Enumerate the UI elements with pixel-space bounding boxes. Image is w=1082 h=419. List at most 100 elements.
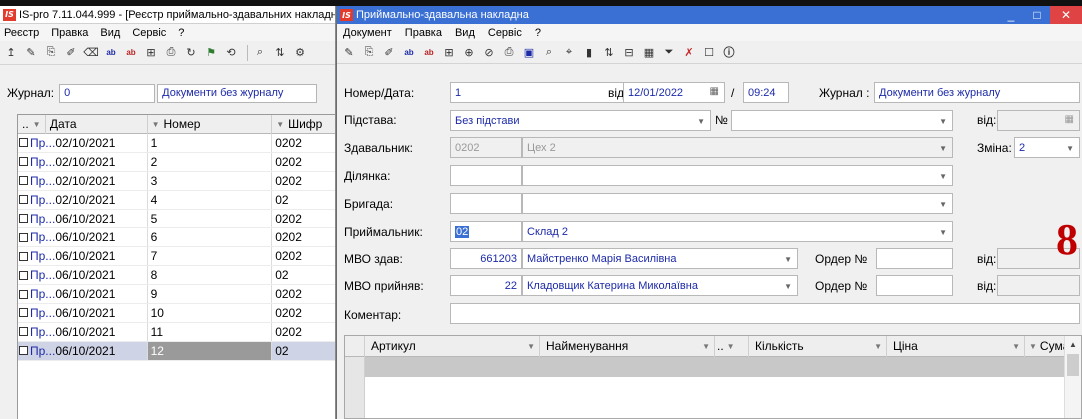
table-row[interactable]: Пр... 06/10/2021 12 02 <box>18 341 335 361</box>
time-field[interactable]: 09:24 <box>743 82 789 103</box>
print-icon[interactable]: ⎙ <box>501 44 517 60</box>
delete-document-icon[interactable]: ⌫ <box>83 45 99 61</box>
receiver-code-field[interactable]: 02 <box>450 221 522 242</box>
shift-select[interactable]: 2 ▼ <box>1014 137 1080 158</box>
section-code-field[interactable] <box>450 165 522 186</box>
registry-journal-name-field[interactable]: Документи без журналу <box>157 83 318 103</box>
edit-row-icon[interactable]: ✐ <box>381 44 397 60</box>
menu-service[interactable]: Сервіс <box>132 27 166 39</box>
insert-row-icon[interactable]: ⊘ <box>481 44 497 60</box>
menu-edit[interactable]: Правка <box>51 27 88 39</box>
row-selector[interactable] <box>345 357 365 418</box>
col-header-type[interactable]: .. ▼ <box>18 115 46 134</box>
menu-view[interactable]: Вид <box>100 27 120 39</box>
calc-icon[interactable]: ⊞ <box>143 45 159 61</box>
order-number-field-2[interactable] <box>876 275 953 296</box>
filter-icon[interactable]: ⏷ <box>661 44 677 60</box>
table-row[interactable]: Пр... 06/10/2021 6 0202 <box>18 228 335 248</box>
info-icon[interactable]: ⓘ <box>721 44 737 60</box>
filter-ab-red-icon[interactable]: ab <box>123 45 139 61</box>
col-header-number[interactable]: ▼ Номер <box>148 115 273 134</box>
window-icon[interactable]: ☐ <box>701 44 717 60</box>
filter-ab-red-icon[interactable]: ab <box>421 44 437 60</box>
sort-icon[interactable]: ⇅ <box>601 44 617 60</box>
menu-document[interactable]: Документ <box>343 27 392 39</box>
table-row[interactable]: Пр... 06/10/2021 5 0202 <box>18 209 335 229</box>
goods-grid-scrollbar[interactable]: ▲ <box>1064 336 1081 418</box>
scroll-up-icon[interactable]: ▲ <box>1065 336 1081 353</box>
layout-icon[interactable]: ⊟ <box>621 44 637 60</box>
menu-registry[interactable]: Реєстр <box>4 27 39 39</box>
row-checkbox[interactable] <box>19 214 28 223</box>
goods-grid-empty-row[interactable] <box>345 357 1065 377</box>
calc-icon[interactable]: ⊞ <box>441 44 457 60</box>
clear-filter-icon[interactable]: ✗ <box>681 44 697 60</box>
copy-document-icon[interactable]: ⎘ <box>43 45 59 61</box>
col-header-date[interactable]: Дата <box>46 115 148 134</box>
col-header-article[interactable]: Артикул ▼ <box>365 336 540 357</box>
col-header-price[interactable]: Ціна ▼ <box>887 336 1025 357</box>
row-checkbox[interactable] <box>19 176 28 186</box>
open-icon[interactable]: ↥ <box>3 45 19 61</box>
table-row[interactable]: Пр... 06/10/2021 10 0202 <box>18 304 335 323</box>
settings-icon[interactable]: ⚙ <box>292 45 308 61</box>
order-number-field-1[interactable] <box>876 248 953 269</box>
brigade-name-select[interactable]: ▼ <box>522 193 953 214</box>
filter-ab-icon[interactable]: ab <box>103 45 119 61</box>
table-row[interactable]: Пр... 02/10/2021 3 0202 <box>18 171 335 191</box>
table-row[interactable]: Пр... 02/10/2021 4 02 <box>18 190 335 210</box>
new-row-icon[interactable]: ✎ <box>341 44 357 60</box>
col-header-sum[interactable]: ▼ Сума <box>1025 336 1067 357</box>
dialog-journal-field[interactable]: Документи без журналу <box>874 82 1080 103</box>
date-field[interactable]: 12/01/2022 ▦ <box>623 82 725 103</box>
row-checkbox[interactable] <box>19 251 28 261</box>
table-row[interactable]: Пр... 02/10/2021 1 0202 <box>18 134 335 153</box>
filter-ab-icon[interactable]: ab <box>401 44 417 60</box>
number-field[interactable]: 1 <box>450 82 625 103</box>
section-name-select[interactable]: ▼ <box>522 165 953 186</box>
menu-view[interactable]: Вид <box>455 27 475 39</box>
print-icon[interactable]: ⎙ <box>163 45 179 61</box>
columns-icon[interactable]: ▦ <box>641 44 657 60</box>
search-icon[interactable]: ⌕ <box>541 44 557 60</box>
registry-journal-code-field[interactable]: 0 <box>59 83 156 103</box>
row-checkbox[interactable] <box>19 308 28 318</box>
refresh-icon[interactable]: ↻ <box>183 45 199 61</box>
row-checkbox[interactable] <box>19 157 28 167</box>
scroll-thumb[interactable] <box>1067 354 1079 376</box>
menu-edit[interactable]: Правка <box>405 27 442 39</box>
new-document-icon[interactable]: ✎ <box>23 45 39 61</box>
row-checkbox[interactable] <box>19 327 28 337</box>
mvo-handover-code-field[interactable]: 661203 <box>450 248 522 269</box>
green-flag-icon[interactable]: ⚑ <box>203 45 219 61</box>
reload-icon[interactable]: ⟲ <box>223 45 239 61</box>
search-icon[interactable]: ⌕ <box>252 45 268 61</box>
table-row[interactable]: Пр... 06/10/2021 7 0202 <box>18 247 335 267</box>
menu-help[interactable]: ? <box>178 27 184 39</box>
basis-select[interactable]: Без підстави ▼ <box>450 110 711 131</box>
save-icon[interactable]: ▣ <box>521 44 537 60</box>
table-row[interactable]: Пр... 06/10/2021 9 0202 <box>18 285 335 305</box>
table-row[interactable]: Пр... 02/10/2021 2 0202 <box>18 152 335 172</box>
menu-service[interactable]: Сервіс <box>488 27 522 39</box>
row-checkbox[interactable] <box>19 270 28 280</box>
sort-icon[interactable]: ⇅ <box>272 45 288 61</box>
copy-row-icon[interactable]: ⎘ <box>361 44 377 60</box>
col-header-name[interactable]: Найменування ▼ <box>540 336 715 357</box>
add-row-icon[interactable]: ⊕ <box>461 44 477 60</box>
find-next-icon[interactable]: ⌖ <box>561 44 577 60</box>
calendar-icon[interactable]: ▦ <box>710 86 719 97</box>
mvo-receiver-name-select[interactable]: Кладовщик Катерина Миколаївна ▼ <box>522 275 798 296</box>
receiver-name-select[interactable]: Склад 2 ▼ <box>522 221 953 242</box>
row-checkbox[interactable] <box>19 289 28 299</box>
close-button[interactable]: ✕ <box>1050 6 1082 24</box>
basis-number-select[interactable]: ▼ <box>731 110 953 131</box>
table-row[interactable]: Пр... 06/10/2021 11 0202 <box>18 322 335 342</box>
table-row[interactable]: Пр... 06/10/2021 8 02 <box>18 266 335 286</box>
comment-field[interactable] <box>450 303 1080 324</box>
row-checkbox[interactable] <box>19 195 28 205</box>
menu-help[interactable]: ? <box>535 27 541 39</box>
dialog-title-bar[interactable]: IS Приймально-здавальна накладна _ □ ✕ <box>337 6 1082 24</box>
brigade-code-field[interactable] <box>450 193 522 214</box>
row-checkbox[interactable] <box>19 346 28 356</box>
